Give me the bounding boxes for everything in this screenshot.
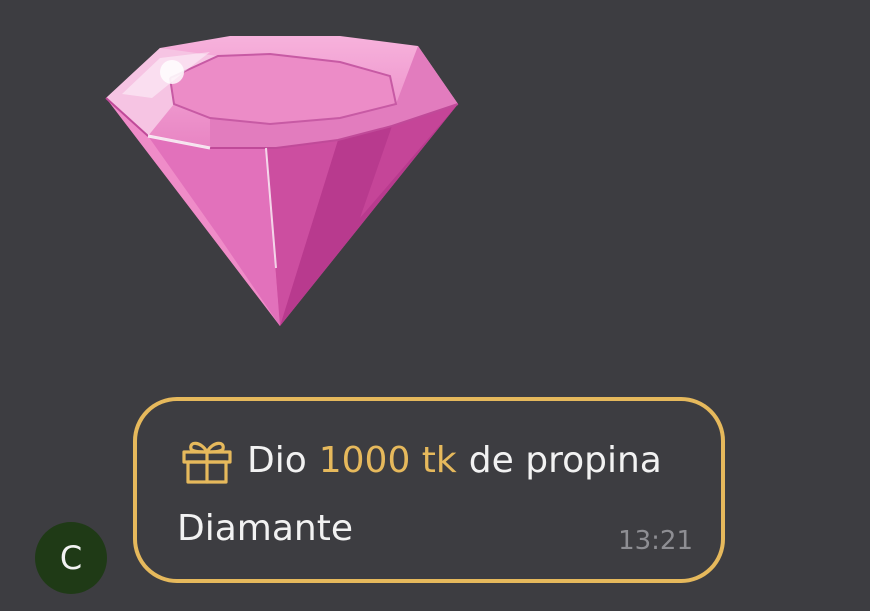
tip-suffix: de propina — [468, 440, 662, 481]
tip-message-bubble[interactable]: Dio 1000 tk de propina Diamante 13:21 — [133, 397, 725, 583]
tip-amount: 1000 tk — [318, 440, 457, 481]
diamond-sticker[interactable] — [100, 28, 464, 328]
message-timestamp: 13:21 — [618, 526, 693, 556]
tip-line: Dio 1000 tk de propina — [181, 437, 662, 485]
pink-diamond-icon — [105, 36, 459, 326]
gift-icon — [182, 441, 232, 484]
tip-prefix: Dio — [247, 440, 307, 481]
avatar-letter: C — [59, 539, 83, 577]
sender-avatar[interactable]: C — [35, 522, 107, 594]
gift-name: Diamante — [177, 508, 353, 549]
